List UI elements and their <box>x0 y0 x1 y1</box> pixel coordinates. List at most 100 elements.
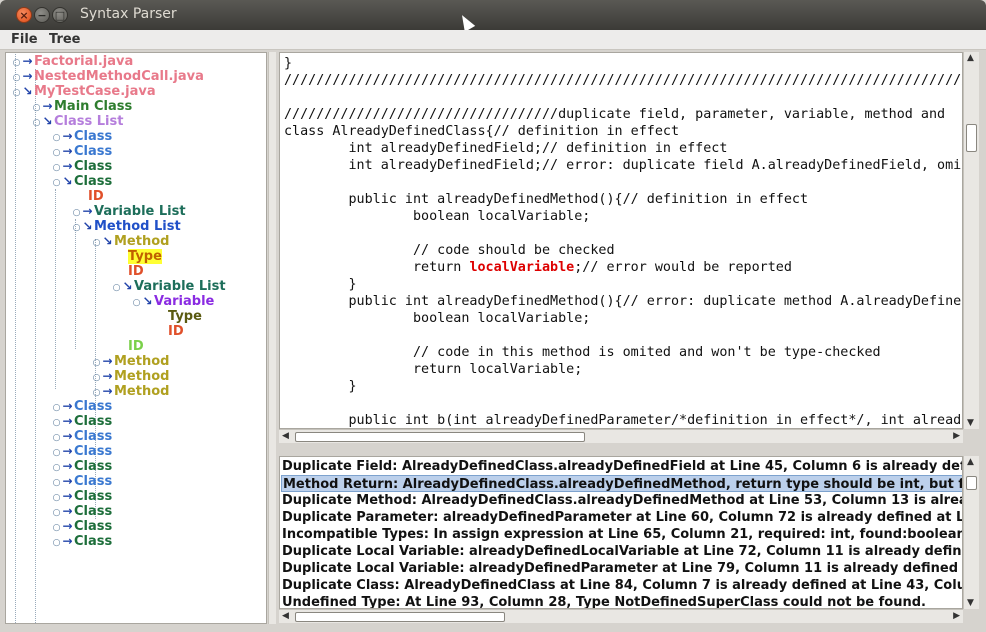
tree-node[interactable]: ○ →NestedMethodCall.java <box>12 69 204 84</box>
tree-node[interactable]: ○ ↘Class <box>52 174 113 191</box>
maximize-window-button[interactable]: □ <box>52 7 68 23</box>
tree-node[interactable]: ○ →Class <box>52 444 113 459</box>
tree-node[interactable]: ○ ↘Method <box>92 234 170 251</box>
source-code-panel[interactable]: } ///////////////////////////////////////… <box>279 52 963 429</box>
tree-node[interactable]: ○ ↘MyTestCase.java <box>12 84 156 99</box>
tree-node-label: Class <box>74 489 113 504</box>
tree-node[interactable]: ○ →Class <box>52 504 113 519</box>
tree-node[interactable]: ○ →Class <box>52 414 113 429</box>
tree-node[interactable]: Type <box>168 309 202 324</box>
tree-node[interactable]: ○ ↘Variable <box>132 294 215 311</box>
error-message-item[interactable]: Duplicate Field: AlreadyDefinedClass.alr… <box>282 458 962 475</box>
tree-node-label: Type <box>168 309 202 324</box>
split-pane-divider[interactable] <box>279 445 979 455</box>
tree-toggle-icon[interactable]: ○ <box>112 281 121 296</box>
syntax-tree-panel[interactable]: ○ →Factorial.java ○ →NestedMethodCall.java ○… <box>5 52 267 624</box>
tree-node[interactable]: ID <box>88 189 104 204</box>
tree-node[interactable]: ○ →Class <box>52 129 113 144</box>
tree-node[interactable]: ○ →Class <box>52 519 113 534</box>
close-window-button[interactable]: × <box>16 7 32 23</box>
collapsed-arrow-icon: → <box>62 504 73 518</box>
messages-vertical-scrollbar[interactable]: ▲ ▼ <box>963 456 979 609</box>
error-message-item[interactable]: Undefined Type: At Line 93, Column 28, T… <box>282 594 926 608</box>
collapsed-arrow-icon: → <box>62 489 73 503</box>
error-message-item[interactable]: Duplicate Local Variable: alreadyDefined… <box>282 543 962 560</box>
tree-scrollbar[interactable] <box>268 52 276 624</box>
tree-node[interactable]: ○ ↘Variable List <box>112 279 226 294</box>
tree-node-label: Class List <box>54 114 124 129</box>
error-message-item[interactable]: Duplicate Class: AlreadyDefinedClass at … <box>282 577 962 594</box>
tree-toggle-icon[interactable]: ○ <box>12 86 21 101</box>
code-horizontal-scrollbar[interactable]: ◀ ▶ <box>279 429 963 443</box>
tree-node[interactable]: ○ →Class <box>52 429 113 444</box>
messages-horizontal-scroll-thumb[interactable] <box>295 612 505 622</box>
tree-node[interactable]: ○ ↘Method List <box>72 219 181 234</box>
collapsed-arrow-icon: → <box>102 369 113 383</box>
tree-toggle-icon[interactable]: ○ <box>52 176 61 191</box>
code-horizontal-scroll-thumb[interactable] <box>295 432 585 442</box>
tree-node-label: ID <box>88 189 104 204</box>
tree-guide-line <box>35 69 36 623</box>
tree-node[interactable]: ○ →Variable List <box>72 204 186 219</box>
tree-node[interactable]: ID <box>128 339 144 354</box>
tree-node-label: Variable <box>154 294 215 309</box>
tree-node[interactable]: ○ →Class <box>52 489 113 504</box>
tree-toggle-icon[interactable]: ○ <box>32 116 41 131</box>
scroll-up-icon[interactable]: ▲ <box>967 457 974 467</box>
tree-node[interactable]: ○ →Method <box>92 384 170 399</box>
scroll-down-icon[interactable]: ▼ <box>967 598 974 608</box>
scroll-right-icon[interactable]: ▶ <box>953 611 960 621</box>
code-line: return localVariable;// error would be r… <box>284 260 792 275</box>
tree-node[interactable]: ID <box>168 324 184 339</box>
code-line: class AlreadyDefinedClass{// definition … <box>284 124 680 139</box>
tree-toggle-icon[interactable]: ○ <box>92 236 101 251</box>
code-vertical-scrollbar[interactable]: ▲ ▼ <box>963 52 979 429</box>
source-code-text[interactable]: } ///////////////////////////////////////… <box>284 55 963 428</box>
tree-node-label: Class <box>74 429 113 444</box>
tree-node[interactable]: ID <box>128 264 144 279</box>
scroll-right-icon[interactable]: ▶ <box>953 431 960 441</box>
tree-node[interactable]: ○ →Class <box>52 159 113 174</box>
messages-horizontal-scrollbar[interactable]: ◀ ▶ <box>279 609 963 623</box>
scroll-down-icon[interactable]: ▼ <box>967 418 974 428</box>
tree-guide-line <box>55 189 56 389</box>
error-message-item[interactable]: Duplicate Parameter: alreadyDefinedParam… <box>282 509 962 526</box>
code-line: int alreadyDefinedField;// error: duplic… <box>284 158 963 173</box>
collapsed-arrow-icon: → <box>22 54 33 68</box>
menu-tree[interactable]: Tree <box>49 32 80 47</box>
tree-toggle-icon[interactable]: ○ <box>132 296 141 311</box>
tree-node[interactable]: ○ →Class <box>52 144 113 159</box>
scroll-left-icon[interactable]: ◀ <box>282 431 289 441</box>
expanded-arrow-icon: ↘ <box>102 234 113 248</box>
error-message-item[interactable]: Incompatible Types: In assign expression… <box>282 526 962 543</box>
expanded-arrow-icon: ↘ <box>62 174 73 188</box>
tree-node[interactable]: Type <box>128 249 162 264</box>
collapsed-arrow-icon: → <box>62 474 73 488</box>
tree-node[interactable]: ○ →Main Class <box>32 99 133 114</box>
tree-node-label: Class <box>74 504 113 519</box>
scroll-up-icon[interactable]: ▲ <box>967 53 974 63</box>
code-vertical-scroll-thumb[interactable] <box>966 124 977 152</box>
minimize-window-button[interactable]: − <box>34 7 50 23</box>
tree-node[interactable]: ○ →Class <box>52 399 113 414</box>
menu-file[interactable]: File <box>11 32 38 47</box>
error-message-item[interactable]: Duplicate Method: AlreadyDefinedClass.al… <box>282 492 962 509</box>
error-message-item[interactable]: Method Return: AlreadyDefinedClass.alrea… <box>281 475 962 492</box>
tree-node[interactable]: ○ →Method <box>92 369 170 384</box>
tree-node-label: Class <box>74 159 113 174</box>
tree-node-label: Class <box>74 444 113 459</box>
tree-toggle-icon[interactable]: ○ <box>72 221 81 236</box>
tree-toggle-icon[interactable]: ○ <box>52 536 61 551</box>
tree-node[interactable]: ○ ↘Class List <box>32 114 124 131</box>
tree-node[interactable]: ○ →Method <box>92 354 170 369</box>
scroll-left-icon[interactable]: ◀ <box>282 611 289 621</box>
tree-node[interactable]: ○ →Class <box>52 534 113 551</box>
messages-vertical-scroll-thumb[interactable] <box>966 476 977 490</box>
error-message-item[interactable]: Duplicate Local Variable: alreadyDefined… <box>282 560 962 577</box>
error-messages-panel[interactable]: Duplicate Field: AlreadyDefinedClass.alr… <box>279 456 963 609</box>
tree-node[interactable]: ○ →Class <box>52 459 113 474</box>
tree-node[interactable]: ○ →Class <box>52 474 113 489</box>
tree-node[interactable]: ○ →Factorial.java <box>12 54 134 69</box>
